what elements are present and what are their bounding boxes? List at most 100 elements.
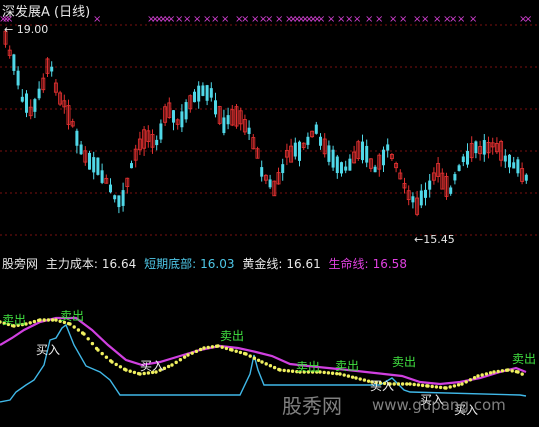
main-cost-dot (90, 341, 95, 346)
candle-down (335, 156, 339, 174)
candle-down (96, 157, 100, 175)
main-cost-dot (400, 382, 405, 386)
candle-down (344, 166, 348, 171)
main-cost-dot (412, 382, 416, 387)
marker-x: × (93, 14, 101, 25)
candle-down (461, 156, 465, 163)
main-cost-dot (114, 362, 118, 367)
main-cost-dot (420, 383, 425, 388)
candle-down (205, 85, 209, 101)
candle-down (172, 110, 175, 123)
candle-down (50, 66, 54, 72)
main-cost-dot (516, 370, 520, 374)
candle-down (327, 145, 331, 162)
main-cost-dot (362, 378, 367, 382)
candle-down (449, 187, 453, 194)
main-cost-dot (256, 358, 261, 362)
candle-down (340, 162, 343, 174)
main-cost-dot (178, 358, 183, 362)
indicator-panel (0, 316, 527, 403)
candle-down (16, 70, 20, 86)
candle-down (193, 91, 196, 103)
sell-signal: 卖出 (392, 355, 416, 369)
main-cost-dot (444, 386, 448, 390)
golden-line-value: 16.61 (286, 257, 321, 271)
main-cost-dot (32, 319, 37, 324)
candle-down (482, 140, 486, 155)
candle-down (314, 124, 318, 134)
candle-down (100, 170, 104, 183)
candle-down (453, 174, 457, 181)
main-cost-dot (220, 345, 224, 349)
watermark-text: 股秀网 (282, 394, 342, 418)
main-cost-dot (72, 325, 76, 329)
main-cost-dot (488, 371, 493, 375)
marker-x: × (399, 14, 407, 25)
candle-down (209, 88, 213, 98)
main-cost-dot (268, 364, 273, 368)
candle-down (180, 111, 184, 128)
candle-down (92, 157, 96, 173)
marker-x: × (353, 14, 361, 25)
main-cost-dot (166, 364, 171, 369)
main-cost-dot (244, 352, 248, 356)
main-cost-dot (76, 328, 81, 332)
main-cost-dot (38, 318, 42, 322)
main-cost-dot (346, 374, 351, 378)
main-cost-dot (118, 365, 123, 369)
candlesticks (3, 29, 528, 217)
main-cost-dot (248, 354, 252, 358)
candle-down (298, 141, 301, 161)
main-cost-dot (272, 365, 277, 370)
life-line-value: 16.58 (372, 257, 407, 271)
candle-down (130, 163, 133, 169)
low-price-label: ←15.45 (414, 233, 455, 246)
candle-down (331, 149, 335, 168)
candle-down (365, 145, 369, 163)
marker-x: × (211, 14, 219, 25)
main-cost-dot (224, 346, 229, 351)
watermark-url: www.gupang.com (372, 396, 506, 414)
main-cost-dot (500, 369, 505, 373)
main-cost-dot (54, 318, 58, 322)
marker-x: × (221, 14, 229, 25)
candle-down (466, 150, 469, 165)
main-cost-dot (174, 360, 178, 365)
marker-x: × (317, 14, 325, 25)
main-cost-dot (354, 376, 358, 380)
main-cost-dot (452, 384, 457, 388)
indicator-legend: 股旁网 主力成本: 16.64 短期底部: 16.03 黄金线: 16.61 生命线:… (2, 255, 411, 272)
candle-down (516, 159, 520, 174)
sell-signal: 卖出 (2, 313, 26, 327)
candle-down (319, 136, 322, 146)
sell-signal: 卖出 (335, 359, 359, 373)
marker-x: × (469, 14, 477, 25)
main-cost-dot (110, 360, 114, 364)
main-cost-dot (480, 373, 484, 377)
main-cost-dot (132, 370, 137, 375)
candle-down (424, 189, 427, 198)
main-cost-dot (264, 362, 268, 366)
main-cost-dot (82, 332, 86, 336)
main-cost-dot (278, 368, 282, 372)
main-cost-dot (104, 355, 109, 359)
main-cost-label: 主力成本: (45, 257, 98, 271)
candle-down (121, 190, 125, 206)
marker-x: × (365, 14, 373, 25)
candle-down (348, 158, 352, 171)
marker-x: × (524, 14, 532, 25)
candle-down (361, 141, 364, 161)
marker-x: × (457, 14, 465, 25)
candle-down (457, 165, 461, 171)
main-cost-dot (194, 349, 199, 354)
main-cost-dot (405, 382, 409, 386)
buy-signal: 买入 (370, 379, 394, 393)
candle-down (503, 155, 507, 162)
main-cost-dot (408, 382, 412, 386)
marker-x: × (183, 14, 191, 25)
main-cost-dot (128, 369, 132, 373)
main-cost-dot (322, 370, 326, 375)
candle-down (37, 88, 41, 99)
chart-canvas[interactable]: ××× × ×××××× × × × × × × ×× × ×× × ××××××××× × × × × × × × × ×… (0, 0, 539, 427)
main-cost-dot (234, 349, 238, 353)
